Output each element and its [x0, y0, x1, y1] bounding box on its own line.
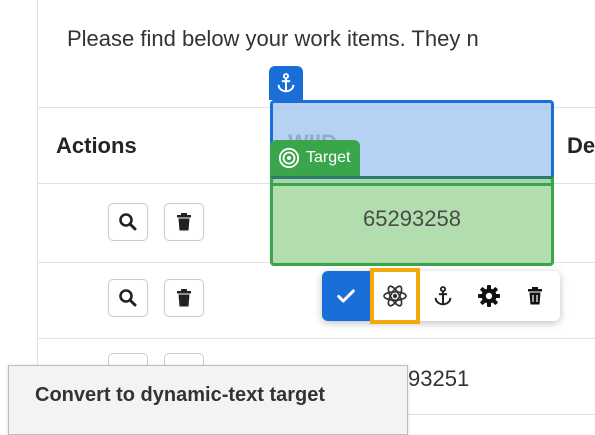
table-row-rule [38, 338, 595, 339]
remove-target-button[interactable] [512, 271, 558, 321]
intro-text: Please find below your work items. They … [67, 26, 479, 51]
delete-button[interactable] [164, 279, 204, 317]
anchor-icon [277, 73, 295, 93]
target-toolbar [322, 268, 560, 324]
actions-header: Actions [56, 133, 137, 158]
trash-icon [177, 213, 191, 231]
trash-icon [528, 287, 542, 305]
wiid-cell: 93251 [408, 366, 470, 391]
atom-icon [383, 285, 407, 307]
target-value: 65293258 [363, 206, 461, 231]
region-divider [270, 176, 554, 186]
search-icon [119, 213, 137, 231]
anchor-button[interactable] [420, 271, 466, 321]
gear-icon [478, 285, 500, 307]
view-button[interactable] [108, 279, 148, 317]
tooltip: Convert to dynamic-text target [8, 365, 408, 435]
tooltip-text: Convert to dynamic-text target [35, 384, 326, 406]
target-label: Target [306, 149, 351, 166]
anchor-badge[interactable] [269, 66, 303, 100]
anchor-icon [434, 286, 452, 306]
settings-button[interactable] [466, 271, 512, 321]
view-button[interactable] [108, 203, 148, 241]
target-icon [278, 147, 300, 169]
trash-icon [177, 289, 191, 307]
search-icon [119, 289, 137, 307]
confirm-button[interactable] [322, 271, 370, 321]
left-border [37, 0, 38, 427]
convert-dynamic-text-button[interactable] [370, 268, 420, 324]
description-header: De [567, 133, 595, 158]
delete-button[interactable] [164, 203, 204, 241]
target-badge[interactable]: Target [270, 140, 361, 176]
check-icon [337, 289, 355, 303]
